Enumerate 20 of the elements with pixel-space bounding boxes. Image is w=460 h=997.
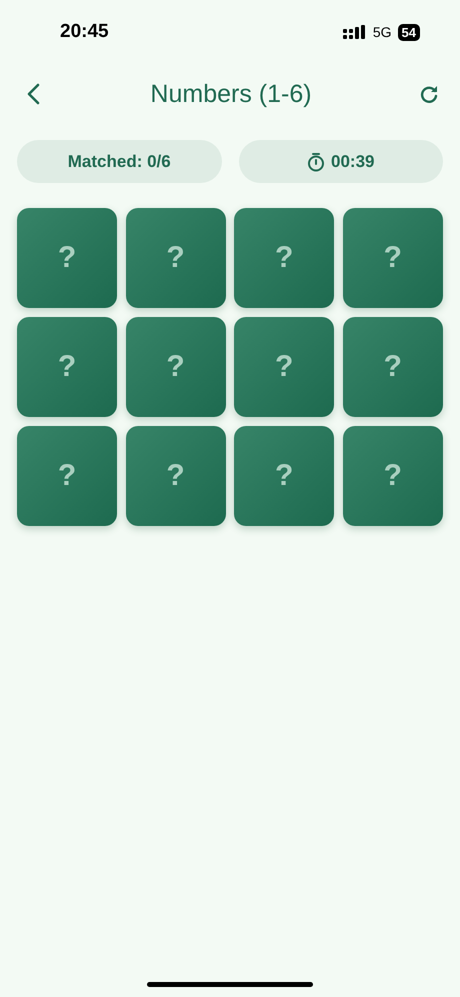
clock-time: 20:45 (60, 21, 110, 43)
memory-card[interactable]: ? (234, 426, 334, 526)
signal-icon (342, 25, 367, 39)
screen-title: Numbers (1-6) (150, 80, 312, 108)
memory-card[interactable]: ? (342, 426, 443, 526)
memory-card[interactable]: ? (234, 317, 334, 417)
memory-card[interactable]: ? (17, 208, 117, 308)
battery-level: 54 (398, 24, 420, 40)
memory-card[interactable]: ? (234, 208, 334, 308)
memory-card[interactable]: ? (17, 317, 117, 417)
memory-card[interactable]: ? (17, 426, 117, 526)
stopwatch-icon (307, 152, 325, 172)
network-label: 5G (372, 24, 392, 40)
memory-card[interactable]: ? (126, 317, 226, 417)
memory-card[interactable]: ? (342, 317, 443, 417)
matched-count: Matched: 0/6 (68, 152, 171, 172)
memory-card[interactable]: ? (126, 208, 226, 308)
timer-text: 00:39 (331, 152, 374, 172)
memory-card[interactable]: ? (342, 208, 443, 308)
memory-card[interactable]: ? (126, 426, 226, 526)
